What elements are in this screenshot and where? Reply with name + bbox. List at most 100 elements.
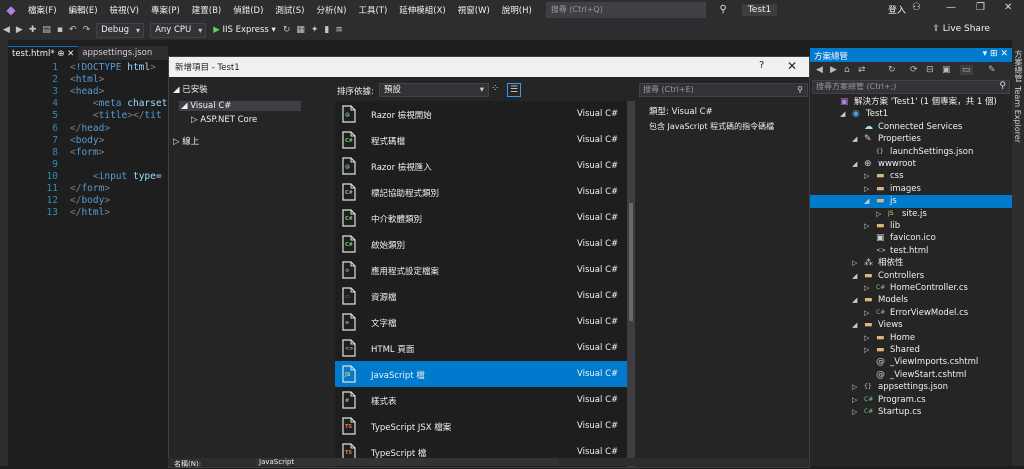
code-line[interactable]: 11 </form> [8, 183, 168, 195]
name-input[interactable]: JavaScript [256, 458, 559, 466]
template-item[interactable]: C# 啟始類別 Visual C# [335, 231, 627, 257]
forward-icon[interactable]: ▶ [13, 25, 26, 35]
collapsed-arrow-icon[interactable]: ▷ [852, 257, 857, 269]
tree-node[interactable]: ◢ ▬ Views [810, 319, 1012, 331]
scrollbar-thumb[interactable] [629, 203, 633, 321]
refresh-icon[interactable]: ↻ [280, 25, 294, 35]
home-icon[interactable]: ⌂ [844, 65, 850, 75]
collapsed-arrow-icon[interactable]: ▷ [864, 332, 869, 344]
collapsed-arrow-icon[interactable]: ▷ [852, 381, 857, 393]
expanded-arrow-icon[interactable]: ◢ [852, 158, 857, 170]
collapsed-arrow-icon[interactable]: ▷ [864, 170, 869, 182]
tree-node[interactable]: @ _ViewImports.cshtml [810, 356, 1012, 368]
code-line[interactable]: 2 <html> [8, 74, 168, 86]
minimize-icon[interactable]: — [946, 2, 956, 13]
comment-icon[interactable]: ≡ [332, 25, 346, 35]
code-line[interactable]: 1 <!DOCTYPE html> [8, 62, 168, 74]
expanded-arrow-icon[interactable]: ◢ [852, 133, 857, 145]
category-visual-csharp[interactable]: ◢ Visual C# [179, 101, 301, 111]
restore-icon[interactable]: ❐ [976, 2, 985, 13]
category-installed[interactable]: ◢ 已安裝 [173, 83, 208, 95]
code-line[interactable]: 12 </body> [8, 195, 168, 207]
search-icon[interactable]: ⚲ [999, 81, 1006, 91]
undo-icon[interactable]: ↶ [66, 25, 80, 35]
code-line[interactable]: 4 <meta charset [8, 98, 168, 110]
menu-item-5[interactable]: 偵錯(D) [227, 4, 269, 16]
help-button[interactable]: ? [759, 60, 764, 71]
tree-node[interactable]: ▣ 解決方案 'Test1' (1 個專案，共 1 個) [810, 96, 1012, 108]
tree-node[interactable]: <> test.html [810, 245, 1012, 257]
code-line[interactable]: 6 </head> [8, 123, 168, 135]
tree-node[interactable]: ▷ ⁂ 相依性 [810, 257, 1012, 269]
dialog-close-button[interactable]: ✕ [787, 59, 797, 73]
sync-icon[interactable]: ⇄ [858, 65, 866, 75]
history-icon[interactable]: ↻ [888, 65, 896, 75]
platform-select[interactable]: Any CPU [150, 22, 207, 38]
tab-test-html[interactable]: test.html* ⊕ ✕ [8, 46, 79, 61]
tree-node[interactable]: ◢ ⊕ wwwroot [810, 158, 1012, 170]
tree-node[interactable]: ☁ Connected Services [810, 121, 1012, 133]
template-item[interactable]: @ Razor 檢視匯入 Visual C# [335, 153, 627, 179]
account-icon[interactable]: ⚇ [912, 2, 921, 13]
menu-item-4[interactable]: 建置(B) [186, 4, 227, 16]
pin-icon[interactable]: ▾ ⊞ ✕ [983, 49, 1008, 59]
menu-item-8[interactable]: 工具(T) [352, 4, 393, 16]
collapse-all-icon[interactable]: ⊟ [926, 65, 934, 75]
tree-node[interactable]: @ _ViewStart.cshtml [810, 369, 1012, 381]
tree-node[interactable]: ▷ {} appsettings.json [810, 381, 1012, 393]
code-line[interactable]: 7 <body> [8, 135, 168, 147]
search-icon[interactable]: ⚲ [720, 3, 727, 17]
tree-node[interactable]: ▷ C# HomeController.cs [810, 282, 1012, 294]
configuration-select[interactable]: Debug [96, 22, 145, 38]
menu-item-11[interactable]: 說明(H) [496, 4, 538, 16]
properties-icon[interactable]: ✎ [988, 65, 996, 75]
code-line[interactable]: 3 <head> [8, 86, 168, 98]
redo-icon[interactable]: ↷ [80, 25, 94, 35]
expanded-arrow-icon[interactable]: ◢ [864, 195, 869, 207]
expanded-arrow-icon[interactable]: ◢ [852, 270, 857, 282]
open-icon[interactable]: ▤ [39, 25, 54, 35]
bookmark-icon[interactable]: ▮ [321, 25, 332, 35]
template-item[interactable]: ▭ 資源檔 Visual C# [335, 283, 627, 309]
global-search-input[interactable]: 搜尋 (Ctrl+Q) ⚲ [545, 2, 727, 18]
template-item[interactable]: C# 中介軟體類別 Visual C# [335, 205, 627, 231]
run-button[interactable]: ▶ IIS Express ▾ [209, 25, 280, 35]
collapsed-arrow-icon[interactable]: ▷ [864, 220, 869, 232]
tree-node[interactable]: ◢ ▬ Models [810, 294, 1012, 306]
tree-node[interactable]: ◢ ◉ Test1 [810, 108, 1012, 120]
expanded-arrow-icon[interactable]: ◢ [840, 108, 845, 120]
collapsed-arrow-icon[interactable]: ▷ [864, 183, 869, 195]
template-item[interactable]: C# 標記協助程式類別 Visual C# [335, 179, 627, 205]
tree-node[interactable]: ◢ ▬ Controllers [810, 270, 1012, 282]
close-window-icon[interactable]: ✕ [1004, 2, 1012, 13]
template-item[interactable]: ≡ 文字檔 Visual C# [335, 309, 627, 335]
list-view-icon[interactable]: ☰ [507, 83, 521, 97]
new-project-icon[interactable]: ✚ [26, 25, 40, 35]
menu-item-6[interactable]: 測試(S) [269, 4, 310, 16]
code-line[interactable]: 13 </html> [8, 207, 168, 219]
live-share-button[interactable]: ⇪ Live Share [932, 24, 990, 34]
sort-select[interactable]: 預設 [379, 83, 489, 97]
template-item[interactable]: @ Razor 檢視開始 Visual C# [335, 101, 627, 127]
template-item[interactable]: TS TypeScript JSX 檔案 Visual C# [335, 413, 627, 439]
tree-node[interactable]: ▣ favicon.ico [810, 232, 1012, 244]
category-online[interactable]: ▷ 線上 [173, 135, 199, 147]
expanded-arrow-icon[interactable]: ◢ [852, 294, 857, 306]
template-item[interactable]: ⚙ 應用程式設定檔案 Visual C# [335, 257, 627, 283]
code-line[interactable]: 9 [8, 159, 168, 171]
menu-item-7[interactable]: 分析(N) [310, 4, 352, 16]
tree-node[interactable]: ▷ ▬ lib [810, 220, 1012, 232]
collapsed-arrow-icon[interactable]: ▷ [852, 406, 857, 418]
collapsed-arrow-icon[interactable]: ▷ [864, 344, 869, 356]
tree-node[interactable]: ▷ C# Program.cs [810, 394, 1012, 406]
menu-item-3[interactable]: 專案(P) [145, 4, 186, 16]
back-icon[interactable]: ◀ [0, 25, 13, 35]
fire-icon[interactable]: ✦ [308, 25, 322, 35]
tree-node[interactable]: ◢ ✎ Properties [810, 133, 1012, 145]
code-line[interactable]: 8 <form> [8, 147, 168, 159]
tree-node[interactable]: ▷ JS site.js [810, 208, 1012, 220]
template-item[interactable]: <> HTML 頁面 Visual C# [335, 335, 627, 361]
login-link[interactable]: 登入 [888, 3, 906, 16]
code-editor[interactable]: 1 <!DOCTYPE html> 2 <html> 3 <head> 4 <meta ch… [8, 60, 168, 466]
template-item[interactable]: C# 程式碼檔 Visual C# [335, 127, 627, 153]
